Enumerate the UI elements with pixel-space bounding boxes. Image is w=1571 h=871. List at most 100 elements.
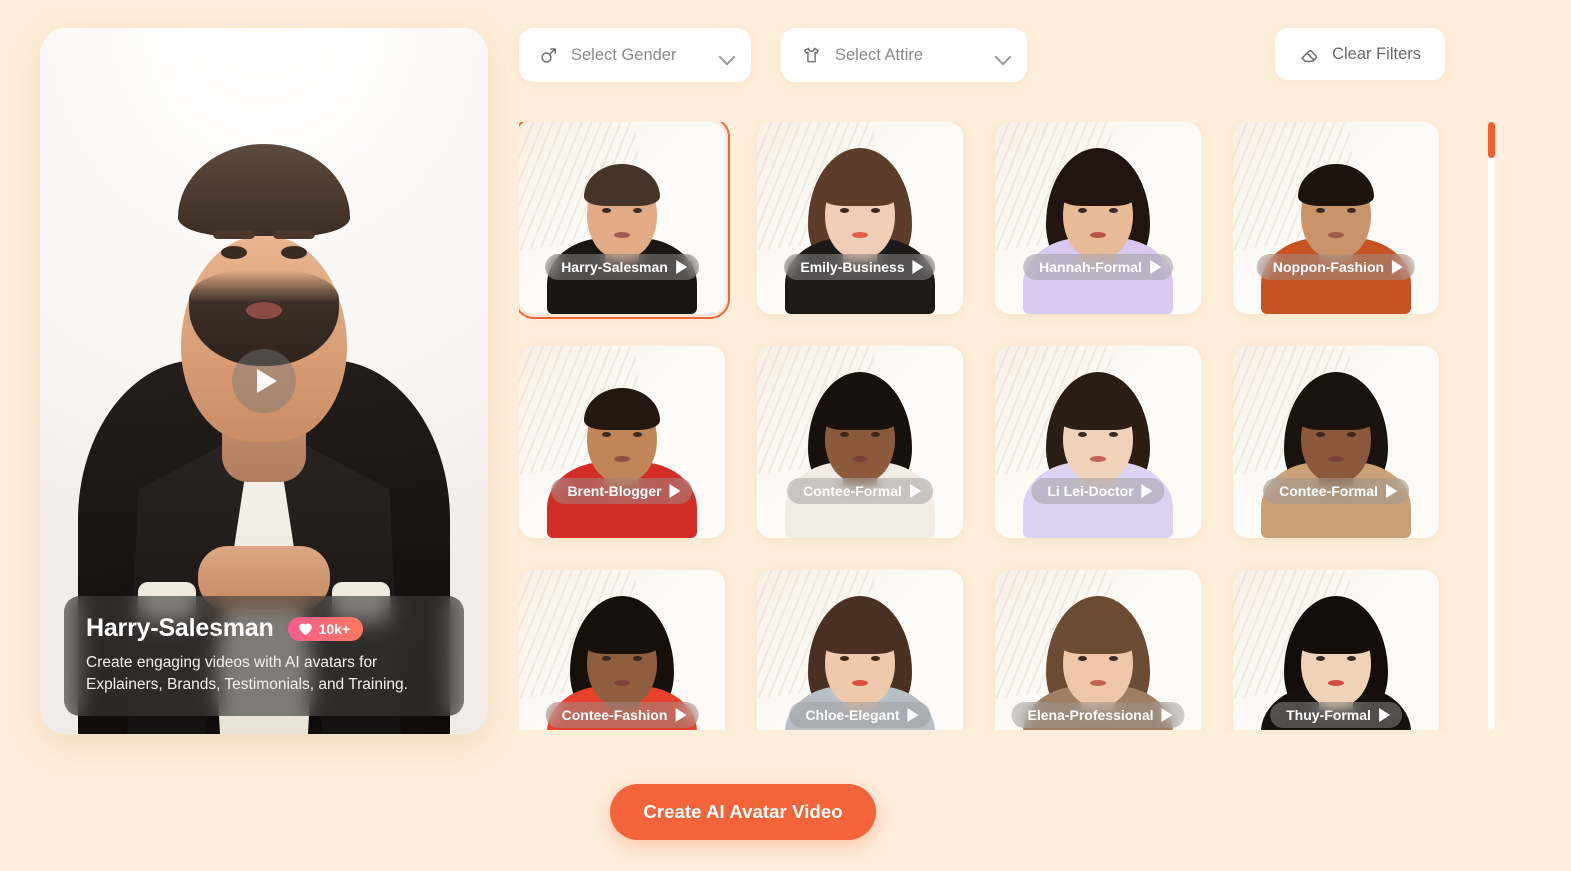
avatar-eye-left — [602, 656, 611, 661]
avatar-portrait — [547, 158, 697, 314]
avatar-name-label[interactable]: Contee-Formal — [787, 478, 933, 504]
avatar-name-label[interactable]: Hannah-Formal — [1023, 254, 1173, 280]
like-count-badge: 10k+ — [287, 616, 364, 641]
avatar-portrait — [785, 372, 935, 538]
avatar-eye-right — [871, 208, 880, 213]
play-icon[interactable] — [1385, 484, 1397, 498]
avatar-name-label[interactable]: Brent-Blogger — [551, 478, 693, 504]
avatar-name-label[interactable]: Emily-Business — [784, 254, 936, 280]
avatar-card[interactable]: Elena-Professional — [995, 570, 1201, 730]
avatar-card[interactable]: Contee-Fashion — [519, 570, 725, 730]
avatar-lips — [614, 456, 630, 462]
avatar-eye-right — [1347, 432, 1356, 437]
avatar-portrait — [1023, 148, 1173, 314]
preview-avatar-mouth — [246, 302, 282, 319]
avatar-info-header: Harry-Salesman 10k+ — [86, 614, 442, 643]
avatar-card[interactable]: Contee-Formal — [757, 346, 963, 538]
page-title: Harry-Salesman — [86, 614, 274, 642]
avatar-eye-left — [602, 432, 611, 437]
avatar-name-label[interactable]: Harry-Salesman — [545, 254, 699, 280]
preview-avatar-brow-right — [213, 230, 255, 239]
avatar-lips — [852, 232, 868, 238]
avatar-eye-right — [1347, 656, 1356, 661]
avatar-grid: Harry-Salesman Emily-Business Hannah-Forma… — [519, 122, 1457, 730]
play-icon[interactable] — [675, 260, 687, 274]
avatar-card[interactable]: Hannah-Formal — [995, 122, 1201, 314]
avatar-info-card: Harry-Salesman 10k+ Create engaging vide… — [64, 596, 464, 716]
avatar-name-text: Li Lei-Doctor — [1047, 483, 1134, 499]
avatar-card[interactable]: Noppon-Fashion — [1233, 122, 1439, 314]
avatar-name-text: Noppon-Fashion — [1272, 259, 1385, 275]
attire-filter-label: Select Attire — [835, 45, 924, 64]
avatar-lips — [852, 456, 868, 462]
tshirt-icon — [804, 47, 819, 63]
avatar-name-text: Hannah-Formal — [1039, 259, 1142, 275]
avatar-portrait — [1261, 372, 1411, 538]
avatar-hair-front — [584, 164, 660, 206]
avatar-name-label[interactable]: Thuy-Formal — [1270, 702, 1402, 728]
avatar-card[interactable]: Chloe-Elegant — [757, 570, 963, 730]
avatar-name-label[interactable]: Contee-Fashion — [545, 702, 699, 728]
avatar-lips — [614, 232, 630, 238]
avatar-eye-right — [633, 432, 642, 437]
avatar-grid-scroll-area[interactable]: Harry-Salesman Emily-Business Hannah-Forma… — [519, 122, 1457, 730]
avatar-lips — [1328, 680, 1344, 686]
clear-filters-label: Clear Filters — [1332, 44, 1421, 63]
avatar-name-label[interactable]: Elena-Professional — [1011, 702, 1185, 728]
play-icon[interactable] — [232, 349, 296, 413]
avatar-card[interactable]: Contee-Formal — [1233, 346, 1439, 538]
create-ai-avatar-video-button[interactable]: Create AI Avatar Video — [610, 784, 876, 840]
preview-avatar-eye-left — [281, 246, 307, 259]
play-icon[interactable] — [909, 484, 921, 498]
avatar-grid-scrollbar-thumb[interactable] — [1488, 122, 1495, 158]
play-icon[interactable] — [1149, 260, 1161, 274]
avatar-lips — [614, 680, 630, 686]
avatar-portrait — [785, 148, 935, 314]
avatar-eye-left — [840, 656, 849, 661]
avatar-name-label[interactable]: Chloe-Elegant — [789, 702, 931, 728]
play-icon[interactable] — [1378, 708, 1390, 722]
preview-avatar-eye-right — [221, 246, 247, 259]
avatar-portrait — [1261, 158, 1411, 314]
avatar-eye-right — [1109, 656, 1118, 661]
avatar-grid-scrollbar[interactable] — [1488, 122, 1495, 730]
avatar-name-text: Chloe-Elegant — [805, 707, 900, 723]
gender-filter-label: Select Gender — [571, 45, 677, 64]
avatar-eye-right — [871, 656, 880, 661]
avatar-card[interactable]: Li Lei-Doctor — [995, 346, 1201, 538]
avatar-preview-video[interactable]: Harry-Salesman 10k+ Create engaging vide… — [40, 28, 488, 734]
avatar-name-label[interactable]: Noppon-Fashion — [1256, 254, 1416, 280]
play-icon[interactable] — [1141, 484, 1153, 498]
play-icon[interactable] — [907, 708, 919, 722]
preview-avatar-hair — [178, 144, 350, 236]
avatar-name-text: Elena-Professional — [1027, 707, 1154, 723]
avatar-card[interactable]: Brent-Blogger — [519, 346, 725, 538]
avatar-lips — [852, 680, 868, 686]
avatar-eye-right — [1109, 208, 1118, 213]
play-triangle-icon — [256, 369, 277, 393]
clear-filters-button[interactable]: Clear Filters — [1275, 28, 1445, 80]
avatar-eye-left — [840, 432, 849, 437]
avatar-eye-right — [1347, 208, 1356, 213]
avatar-card[interactable]: Thuy-Formal — [1233, 570, 1439, 730]
avatar-description: Create engaging videos with AI avatars f… — [86, 654, 408, 693]
avatar-eye-left — [1078, 432, 1087, 437]
avatar-eye-left — [1316, 208, 1325, 213]
play-icon[interactable] — [1161, 708, 1173, 722]
avatar-name-label[interactable]: Contee-Formal — [1263, 478, 1409, 504]
play-icon[interactable] — [912, 260, 924, 274]
avatar-eye-left — [1078, 208, 1087, 213]
attire-filter-dropdown[interactable]: Select Attire — [781, 28, 1027, 82]
avatar-browser-panel: Select Gender Select Attire Clear Filter… — [519, 0, 1495, 871]
avatar-name-text: Emily-Business — [800, 259, 905, 275]
avatar-card[interactable]: Emily-Business — [757, 122, 963, 314]
avatar-eye-left — [840, 208, 849, 213]
avatar-eye-right — [633, 656, 642, 661]
avatar-card[interactable]: Harry-Salesman — [519, 122, 730, 319]
play-icon[interactable] — [669, 484, 681, 498]
gender-filter-dropdown[interactable]: Select Gender — [519, 28, 751, 82]
avatar-name-label[interactable]: Li Lei-Doctor — [1031, 478, 1165, 504]
play-icon[interactable] — [675, 708, 687, 722]
play-icon[interactable] — [1392, 260, 1404, 274]
avatar-eye-left — [1316, 432, 1325, 437]
